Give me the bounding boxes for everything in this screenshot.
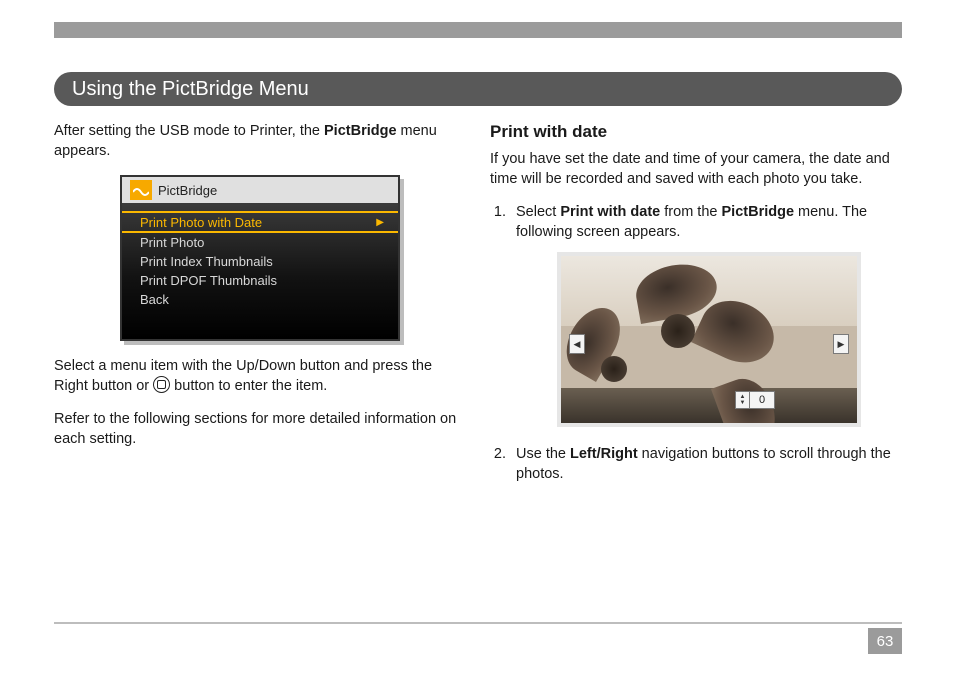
pictbridge-icon <box>130 180 152 200</box>
photo-preview-screenshot: ◀ ▶ ▲▼ 0 <box>557 252 861 427</box>
text-bold: PictBridge <box>722 204 795 220</box>
step-2: Use the Left/Right navigation buttons to… <box>510 445 902 484</box>
left-column: After setting the USB mode to Printer, t… <box>54 122 466 494</box>
page-number: 63 <box>868 628 902 654</box>
menu-item-label: Print DPOF Thumbnails <box>140 273 277 288</box>
chevron-right-icon: ▶ <box>376 217 384 228</box>
left-para3: Refer to the following sections for more… <box>54 410 466 449</box>
step-1: Select Print with date from the PictBrid… <box>510 203 902 427</box>
left-intro: After setting the USB mode to Printer, t… <box>54 122 466 161</box>
pictbridge-menu-screenshot: PictBridge Print Photo with Date ▶ Print… <box>120 175 400 341</box>
section-header: Using the PictBridge Menu <box>54 72 902 106</box>
menu-item-label: Print Photo <box>140 235 204 250</box>
menu-item-label: Print Index Thumbnails <box>140 254 273 269</box>
func-ok-button-icon <box>153 376 170 393</box>
manual-page: Using the PictBridge Menu After setting … <box>0 0 954 694</box>
print-with-date-heading: Print with date <box>490 122 902 142</box>
top-gray-bar <box>54 22 902 38</box>
menu-item-label: Print Photo with Date <box>140 215 262 230</box>
nav-left-button[interactable]: ◀ <box>569 334 585 354</box>
right-intro: If you have set the date and time of you… <box>490 150 902 189</box>
section-title: Using the PictBridge Menu <box>72 78 309 101</box>
text: Select <box>516 204 560 220</box>
text: Use the <box>516 446 570 462</box>
pictbridge-title: PictBridge <box>158 183 217 198</box>
flower-center <box>601 356 627 382</box>
print-count-value: 0 <box>750 393 774 408</box>
nav-right-button[interactable]: ▶ <box>833 334 849 354</box>
text: After setting the USB mode to Printer, t… <box>54 123 324 139</box>
menu-item-print-photo-with-date[interactable]: Print Photo with Date ▶ <box>122 211 398 233</box>
text: button to enter the item. <box>170 378 327 394</box>
pictbridge-menu-list: Print Photo with Date ▶ Print Photo Prin… <box>122 203 398 339</box>
text: from the <box>660 204 721 220</box>
two-column-layout: After setting the USB mode to Printer, t… <box>54 122 902 494</box>
pictbridge-titlebar: PictBridge <box>122 177 398 203</box>
text-bold: PictBridge <box>324 123 397 139</box>
steps-list: Select Print with date from the PictBrid… <box>490 203 902 484</box>
spinner-arrows-icon: ▲▼ <box>736 392 750 408</box>
photo-ground <box>561 388 857 423</box>
menu-item-back[interactable]: Back <box>122 290 398 309</box>
menu-item-print-dpof-thumbnails[interactable]: Print DPOF Thumbnails <box>122 271 398 290</box>
left-para2: Select a menu item with the Up/Down butt… <box>54 357 466 396</box>
menu-item-label: Back <box>140 292 169 307</box>
print-count-spinner[interactable]: ▲▼ 0 <box>735 391 775 409</box>
right-column: Print with date If you have set the date… <box>490 122 902 494</box>
text-bold: Left/Right <box>570 446 638 462</box>
menu-item-print-photo[interactable]: Print Photo <box>122 233 398 252</box>
footer-divider <box>54 622 902 624</box>
text-bold: Print with date <box>560 204 660 220</box>
flower-center <box>661 314 695 348</box>
menu-item-print-index-thumbnails[interactable]: Print Index Thumbnails <box>122 252 398 271</box>
